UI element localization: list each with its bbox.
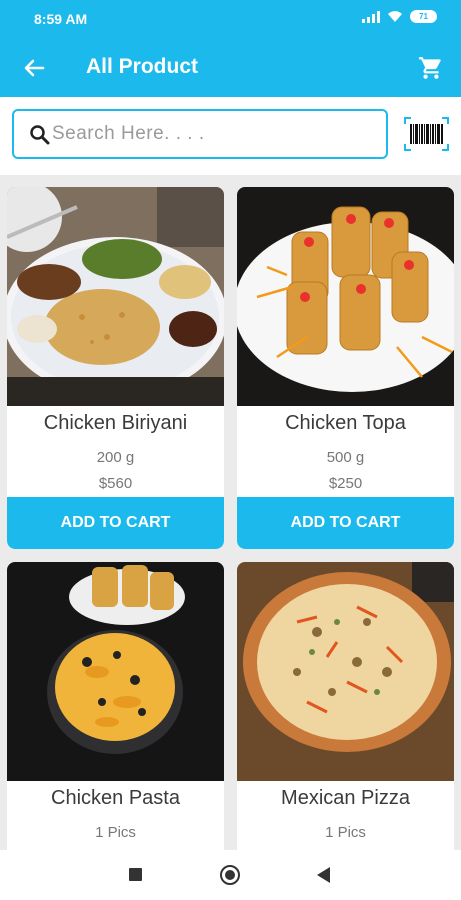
product-price: $560 xyxy=(98,475,133,492)
product-name: Chicken Pasta xyxy=(51,787,180,809)
product-image xyxy=(237,562,454,781)
recents-icon[interactable] xyxy=(129,868,142,881)
product-quantity: 200 g xyxy=(96,449,135,466)
product-price: $250 xyxy=(328,475,363,492)
product-card[interactable]: Chicken Topa 500 g $250 ADD TO CART xyxy=(237,187,454,549)
app-bar: All Product xyxy=(0,38,461,97)
search-box[interactable] xyxy=(12,109,388,159)
status-icons: 71 xyxy=(362,10,437,23)
battery-level: 71 xyxy=(419,12,428,21)
home-icon[interactable] xyxy=(220,865,240,885)
product-quantity: 1 Pics xyxy=(325,824,366,841)
add-to-cart-button[interactable]: ADD TO CART xyxy=(7,497,224,549)
product-image xyxy=(7,187,224,406)
search-icon xyxy=(30,125,50,145)
system-nav-bar xyxy=(0,850,461,900)
status-time: 8:59 AM xyxy=(34,11,88,27)
product-quantity: 1 Pics xyxy=(95,824,136,841)
cart-button[interactable] xyxy=(415,52,447,84)
product-name: Chicken Biriyani xyxy=(43,412,188,434)
wifi-icon xyxy=(388,11,402,22)
product-card[interactable]: Chicken Pasta 1 Pics xyxy=(7,562,224,850)
product-grid: Chicken Biriyani 200 g $560 ADD TO CART xyxy=(0,175,461,850)
back-button[interactable] xyxy=(18,52,50,84)
nav-back-icon[interactable] xyxy=(317,867,330,883)
back-arrow-icon xyxy=(24,59,45,77)
product-image xyxy=(237,187,454,406)
product-quantity: 500 g xyxy=(326,449,365,466)
product-image xyxy=(7,562,224,781)
add-to-cart-button[interactable]: ADD TO CART xyxy=(237,497,454,549)
status-bar: 8:59 AM 71 xyxy=(0,0,461,38)
signal-icon xyxy=(362,10,380,23)
page-title: All Product xyxy=(86,55,199,78)
product-name: Mexican Pizza xyxy=(281,787,410,809)
search-row xyxy=(0,97,461,175)
product-card[interactable]: Chicken Biriyani 200 g $560 ADD TO CART xyxy=(7,187,224,549)
cart-icon xyxy=(419,57,441,79)
product-name: Chicken Topa xyxy=(285,412,406,434)
product-card[interactable]: Mexican Pizza 1 Pics xyxy=(237,562,454,850)
battery-icon: 71 xyxy=(410,10,437,23)
barcode-icon[interactable] xyxy=(403,116,450,152)
search-input[interactable] xyxy=(52,120,372,148)
